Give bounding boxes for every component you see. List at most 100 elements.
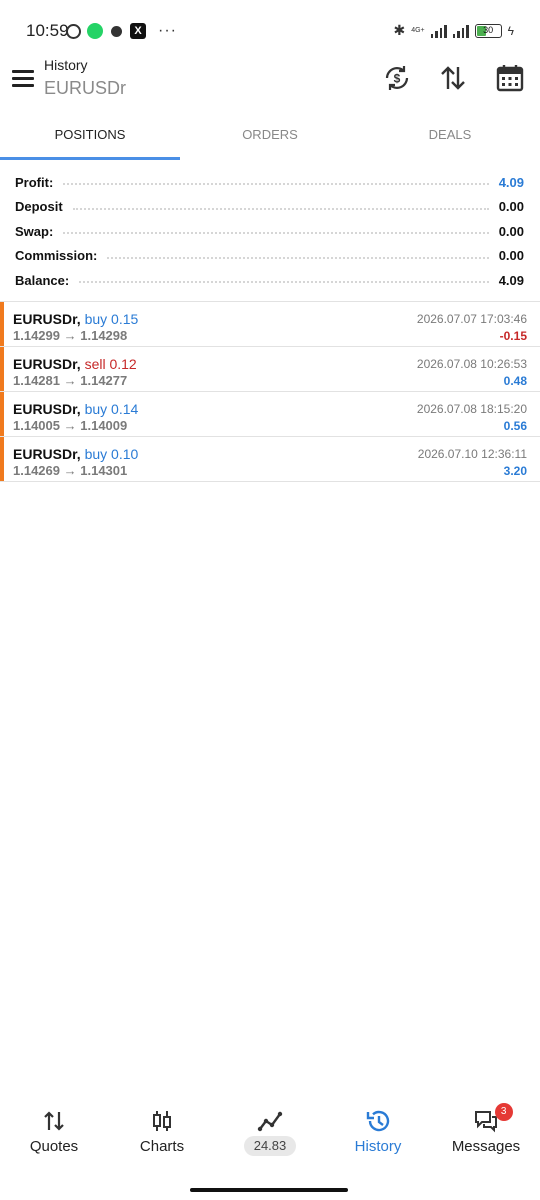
position-direction: buy 0.10	[84, 446, 139, 462]
nav-label: Charts	[139, 1138, 185, 1155]
alarm-icon	[66, 23, 81, 39]
tab-positions[interactable]: POSITIONS	[0, 112, 180, 160]
close-price: 1.14298	[80, 328, 128, 343]
nav-trade[interactable]: 24.83	[216, 1098, 324, 1168]
position-symbol: EURUSDr,	[13, 401, 81, 417]
whatsapp-icon	[87, 23, 103, 39]
position-marker	[0, 437, 4, 481]
x-app-icon: X	[130, 23, 146, 39]
nav-messages[interactable]: 3 Messages	[432, 1098, 540, 1168]
summary-label: Profit:	[15, 174, 54, 190]
open-price: 1.14269	[13, 463, 60, 478]
position-row[interactable]: EURUSDr, buy 0.14 1.14005 → 1.14009 2026…	[0, 392, 540, 437]
position-time: 2026.07.07 17:03:46	[416, 312, 527, 326]
signal-2-icon	[452, 24, 469, 38]
app-dot-icon	[111, 25, 122, 37]
position-time: 2026.07.10 12:36:11	[417, 447, 527, 461]
price-arrow: →	[63, 373, 77, 388]
position-row[interactable]: EURUSDr, buy 0.10 1.14269 → 1.14301 2026…	[0, 437, 540, 482]
status-system-icons: ✱ 4G+ 30 ϟ	[393, 22, 514, 39]
position-title: EURUSDr, buy 0.10	[13, 446, 138, 462]
position-row[interactable]: EURUSDr, buy 0.15 1.14299 → 1.14298 2026…	[0, 302, 540, 347]
position-time: 2026.07.08 18:15:20	[416, 402, 527, 416]
position-profit: 0.56	[503, 419, 527, 433]
summary-row-commission: Commission: 0.00	[0, 244, 540, 269]
active-tab-indicator	[0, 157, 180, 160]
history-clock-icon	[366, 1110, 390, 1132]
position-prices: 1.14269 → 1.14301	[13, 463, 127, 478]
menu-icon[interactable]	[12, 70, 34, 88]
signal-icon	[430, 24, 447, 38]
price-arrow: →	[63, 328, 77, 343]
quotes-arrows-icon	[44, 1111, 64, 1131]
close-price: 1.14301	[80, 463, 128, 478]
position-prices: 1.14299 → 1.14298	[13, 328, 127, 343]
summary-row-profit: Profit: 4.09	[0, 170, 540, 195]
summary-value: 0.00	[498, 199, 524, 215]
messages-badge: 3	[494, 1103, 513, 1121]
app-bar: History EURUSDr $	[0, 52, 540, 106]
dollar-refresh-icon[interactable]: $	[381, 62, 413, 94]
dotted-leader	[63, 232, 489, 235]
bottom-navigation: Quotes Charts 24.83 History 3 Messages	[0, 1098, 540, 1168]
position-time: 2026.07.08 10:26:53	[416, 357, 527, 371]
open-price: 1.14281	[13, 373, 60, 388]
position-symbol: EURUSDr,	[13, 446, 81, 462]
more-notifications-icon: ···	[158, 22, 177, 39]
charging-icon: ϟ	[507, 23, 514, 38]
symbol-subtitle[interactable]: EURUSDr	[44, 78, 126, 99]
history-tabs: POSITIONS ORDERS DEALS	[0, 112, 540, 160]
position-row[interactable]: EURUSDr, sell 0.12 1.14281 → 1.14277 202…	[0, 347, 540, 392]
summary-value: 4.09	[498, 174, 524, 190]
network-type: 4G+	[411, 27, 425, 34]
position-title: EURUSDr, sell 0.12	[13, 356, 137, 372]
close-price: 1.14277	[80, 373, 128, 388]
position-prices: 1.14005 → 1.14009	[13, 418, 127, 433]
open-price: 1.14005	[13, 418, 60, 433]
bluetooth-icon: ✱	[393, 22, 406, 38]
summary-value: 0.00	[498, 223, 524, 239]
position-marker	[0, 392, 4, 436]
summary-value: 4.09	[498, 272, 524, 288]
status-notification-icons: X ···	[66, 22, 177, 40]
position-title: EURUSDr, buy 0.14	[13, 401, 138, 417]
nav-charts[interactable]: Charts	[108, 1098, 216, 1168]
position-symbol: EURUSDr,	[13, 356, 81, 372]
page-title: History	[44, 57, 88, 73]
calendar-icon[interactable]	[494, 62, 526, 94]
svg-text:$: $	[394, 72, 401, 86]
price-arrow: →	[63, 418, 77, 433]
candlestick-icon	[153, 1111, 171, 1131]
summary-row-swap: Swap: 0.00	[0, 219, 540, 244]
dotted-leader	[79, 281, 489, 284]
summary-row-balance: Balance: 4.09	[0, 268, 540, 293]
position-direction: sell 0.12	[84, 356, 137, 372]
nav-quotes[interactable]: Quotes	[0, 1098, 108, 1168]
dotted-leader	[107, 256, 489, 259]
tab-orders[interactable]: ORDERS	[180, 112, 360, 160]
summary-label: Swap:	[15, 223, 54, 239]
trend-line-icon	[257, 1111, 283, 1132]
position-direction: buy 0.14	[84, 401, 139, 417]
sort-arrows-icon[interactable]	[437, 62, 469, 94]
position-symbol: EURUSDr,	[13, 311, 81, 327]
price-arrow: →	[63, 463, 77, 478]
summary-label: Deposit	[15, 199, 63, 215]
tab-deals[interactable]: DEALS	[360, 112, 540, 160]
nav-history[interactable]: History	[324, 1098, 432, 1168]
position-title: EURUSDr, buy 0.15	[13, 311, 138, 327]
position-marker	[0, 302, 4, 346]
position-marker	[0, 347, 4, 391]
summary-label: Commission:	[15, 248, 98, 264]
account-summary: Profit: 4.09 Deposit 0.00 Swap: 0.00 Com…	[0, 170, 540, 293]
open-price: 1.14299	[13, 328, 60, 343]
position-profit: 3.20	[503, 464, 527, 478]
close-price: 1.14009	[80, 418, 128, 433]
home-indicator[interactable]	[190, 1188, 348, 1192]
dotted-leader	[72, 207, 489, 210]
nav-label: History	[354, 1138, 402, 1155]
dotted-leader	[63, 183, 489, 186]
battery-icon: 30	[474, 23, 502, 38]
status-time: 10:59	[26, 21, 69, 40]
position-direction: buy 0.15	[84, 311, 139, 327]
